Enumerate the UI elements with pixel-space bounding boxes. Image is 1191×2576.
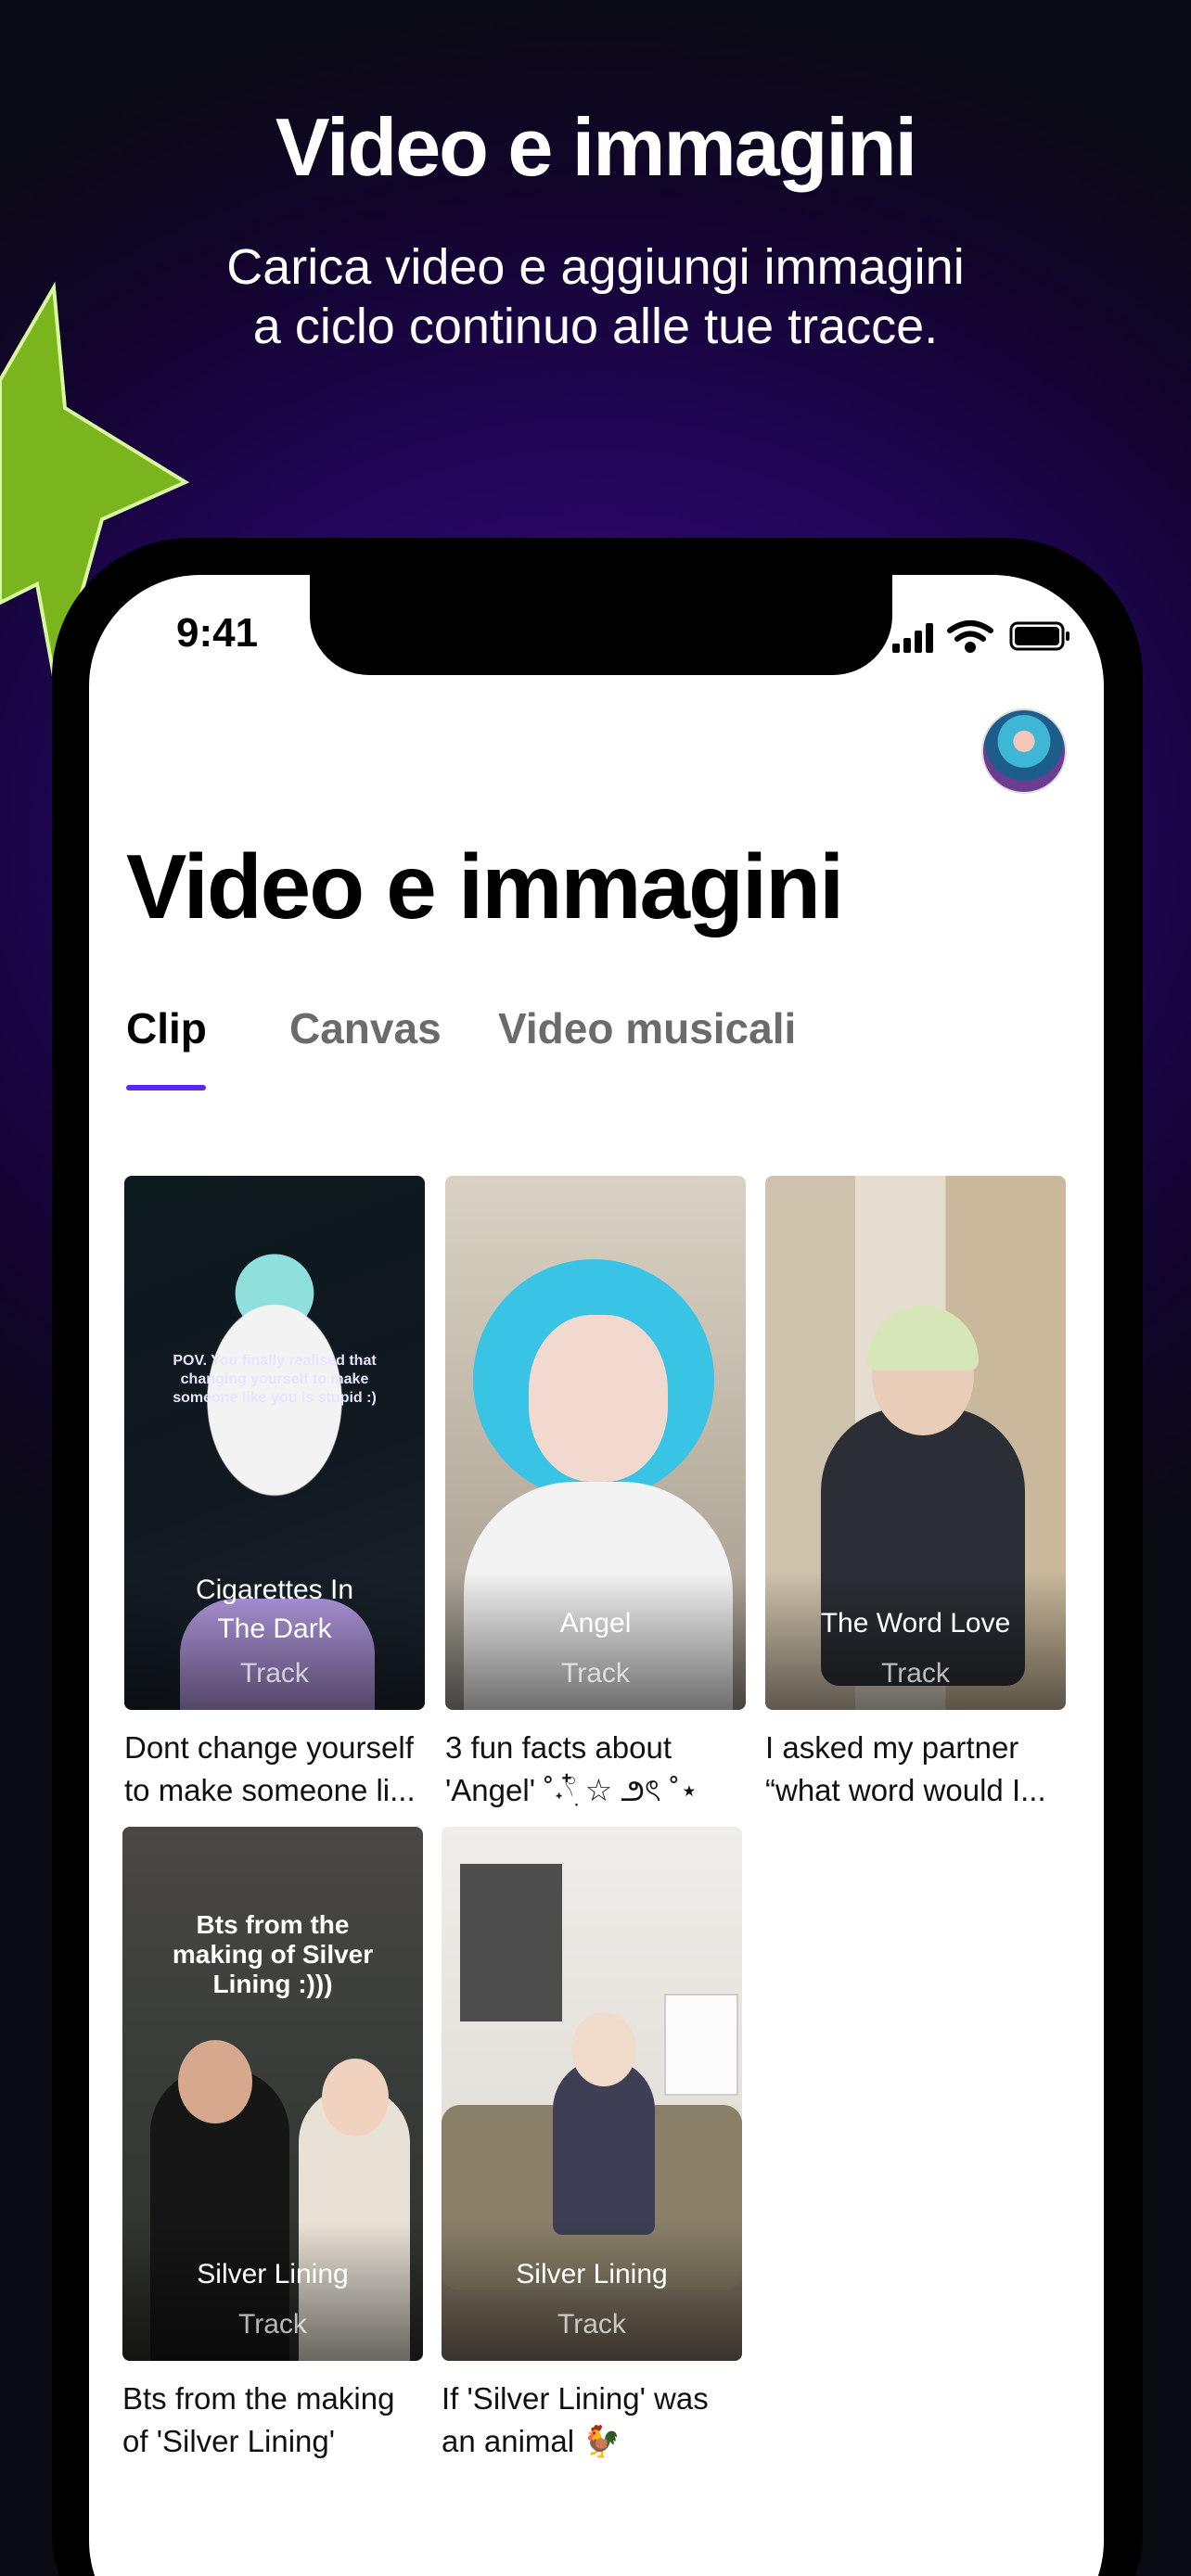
- tab-clip[interactable]: Clip: [126, 1003, 207, 1053]
- phone-notch: [310, 575, 892, 675]
- thumbnail-art: [571, 2012, 636, 2086]
- clip-caption: If 'Silver Lining' was an animal 🐓: [442, 2378, 748, 2463]
- clip-caption-line-2: an animal 🐓: [442, 2424, 621, 2458]
- track-type-label: Track: [561, 1658, 630, 1689]
- tab-video-musicali[interactable]: Video musicali: [498, 1003, 796, 1053]
- clip-card[interactable]: Bts from the making of Silver Lining :))…: [122, 1827, 423, 2463]
- clip-card[interactable]: Silver Lining Track If 'Silver Lining' w…: [442, 1827, 742, 2463]
- clip-thumbnail[interactable]: Bts from the making of Silver Lining :))…: [122, 1827, 423, 2361]
- page-title: Video e immagini: [126, 835, 844, 937]
- wifi-icon: [947, 620, 993, 653]
- track-title-line-2: The Dark: [217, 1613, 332, 1644]
- track-type-label: Track: [238, 2309, 307, 2340]
- promo-headline: Video e immagini: [275, 101, 917, 193]
- track-title: The Word Love: [820, 1608, 1011, 1639]
- clip-thumbnail[interactable]: Silver Lining Track: [442, 1827, 742, 2361]
- clip-caption-line-1: I asked my partner: [765, 1730, 1019, 1765]
- track-title: Silver Lining: [197, 2259, 349, 2289]
- track-title: Cigarettes In The Dark: [124, 1571, 425, 1649]
- tab-canvas[interactable]: Canvas: [289, 1003, 442, 1053]
- clip-caption: I asked my partner “what word would I...: [765, 1727, 1071, 1812]
- profile-avatar[interactable]: [981, 708, 1067, 794]
- video-overlay-text: Bts from the making of Silver Lining :))…: [172, 1910, 374, 1998]
- thumbnail-art: [664, 1994, 738, 2096]
- clip-caption-line-1: If 'Silver Lining' was: [442, 2381, 709, 2416]
- track-title-line-1: Cigarettes In: [195, 1575, 354, 1605]
- active-tab-indicator: [126, 1085, 206, 1090]
- track-type-label: Track: [881, 1658, 950, 1689]
- clip-caption: 3 fun facts about 'Angel' ˚˖𓍢ִ໋ ☆ ౨ৎ ˚⋆: [445, 1727, 751, 1812]
- thumbnail-art: [178, 2040, 252, 2123]
- track-title: Angel: [559, 1608, 632, 1639]
- clip-caption-line-1: Bts from the making: [122, 2381, 395, 2416]
- battery-icon: [1009, 621, 1069, 651]
- clip-caption-line-2: 'Angel' ˚˖𓍢ִ໋ ☆ ౨ৎ ˚⋆: [445, 1773, 699, 1807]
- track-title: Silver Lining: [516, 2259, 668, 2289]
- thumbnail-art: [322, 2059, 389, 2136]
- clip-card[interactable]: POV. You finally realised that changing …: [124, 1176, 425, 1812]
- track-type-label: Track: [240, 1658, 309, 1689]
- clip-caption-line-1: Dont change yourself: [124, 1730, 414, 1765]
- clip-card[interactable]: The Word Love Track I asked my partner “…: [765, 1176, 1066, 1812]
- status-bar-icons: [892, 620, 1069, 653]
- clip-caption-line-1: 3 fun facts about: [445, 1730, 672, 1765]
- thumbnail-art: [867, 1306, 979, 1371]
- clip-caption-line-2: of 'Silver Lining': [122, 2424, 336, 2458]
- video-overlay-text: POV. You finally realised that changing …: [173, 1353, 377, 1406]
- clip-card[interactable]: Angel Track 3 fun facts about 'Angel' ˚˖…: [445, 1176, 746, 1812]
- clip-caption-line-2: to make someone li...: [124, 1773, 416, 1807]
- status-bar-time: 9:41: [176, 610, 259, 656]
- clip-thumbnail[interactable]: Angel Track: [445, 1176, 746, 1710]
- signal-icon: [892, 623, 933, 653]
- thumbnail-art: [460, 1864, 562, 2021]
- clip-thumbnail[interactable]: The Word Love Track: [765, 1176, 1066, 1710]
- clip-thumbnail[interactable]: POV. You finally realised that changing …: [124, 1176, 425, 1710]
- clip-caption: Dont change yourself to make someone li.…: [124, 1727, 430, 1812]
- clip-caption: Bts from the making of 'Silver Lining': [122, 2378, 429, 2463]
- track-type-label: Track: [557, 2309, 626, 2340]
- thumbnail-art: [529, 1315, 668, 1482]
- clip-caption-line-2: “what word would I...: [765, 1773, 1046, 1807]
